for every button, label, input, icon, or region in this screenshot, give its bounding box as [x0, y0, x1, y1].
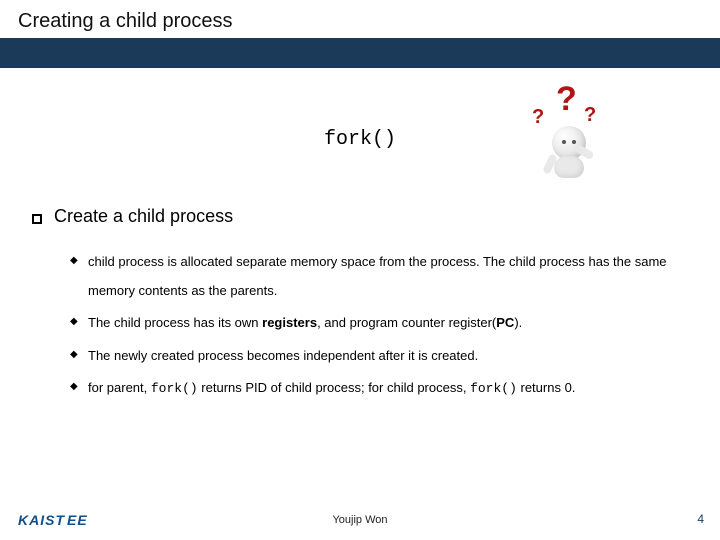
text: The child process has its own	[88, 315, 262, 330]
question-mark-icon: ?	[584, 104, 596, 127]
title-band	[0, 38, 720, 68]
list-item: The newly created process becomes indepe…	[70, 342, 690, 371]
bold-text: PC	[496, 315, 514, 330]
figure-body	[554, 156, 584, 178]
section-heading: Create a child process	[54, 206, 233, 227]
text: returns PID of child process; for child …	[198, 380, 470, 395]
question-mark-icon: ?	[532, 106, 544, 129]
question-mark-icon: ?	[556, 80, 577, 119]
slide: Creating a child process fork() ? ? ? Cr…	[0, 0, 720, 540]
list-item: child process is allocated separate memo…	[70, 248, 690, 305]
text: , and program counter register(	[317, 315, 496, 330]
code-text: fork()	[151, 381, 198, 396]
text: The newly created process becomes indepe…	[88, 348, 478, 363]
question-figure: ? ? ?	[522, 82, 622, 182]
title-bar: Creating a child process	[0, 0, 720, 68]
text: for parent,	[88, 380, 151, 395]
figure-eye	[562, 140, 566, 144]
list-item: The child process has its own registers,…	[70, 309, 690, 338]
page-number: 4	[697, 512, 704, 526]
footer-author: Youjip Won	[0, 514, 720, 526]
square-bullet-icon	[32, 214, 42, 224]
slide-title: Creating a child process	[18, 10, 233, 33]
text: child process is allocated separate memo…	[88, 254, 667, 298]
text: returns 0.	[517, 380, 576, 395]
figure-eye	[572, 140, 576, 144]
bullet-list: child process is allocated separate memo…	[70, 248, 690, 408]
bold-text: registers	[262, 315, 317, 330]
list-item: for parent, fork() returns PID of child …	[70, 374, 690, 404]
text: ).	[514, 315, 522, 330]
code-text: fork()	[470, 381, 517, 396]
